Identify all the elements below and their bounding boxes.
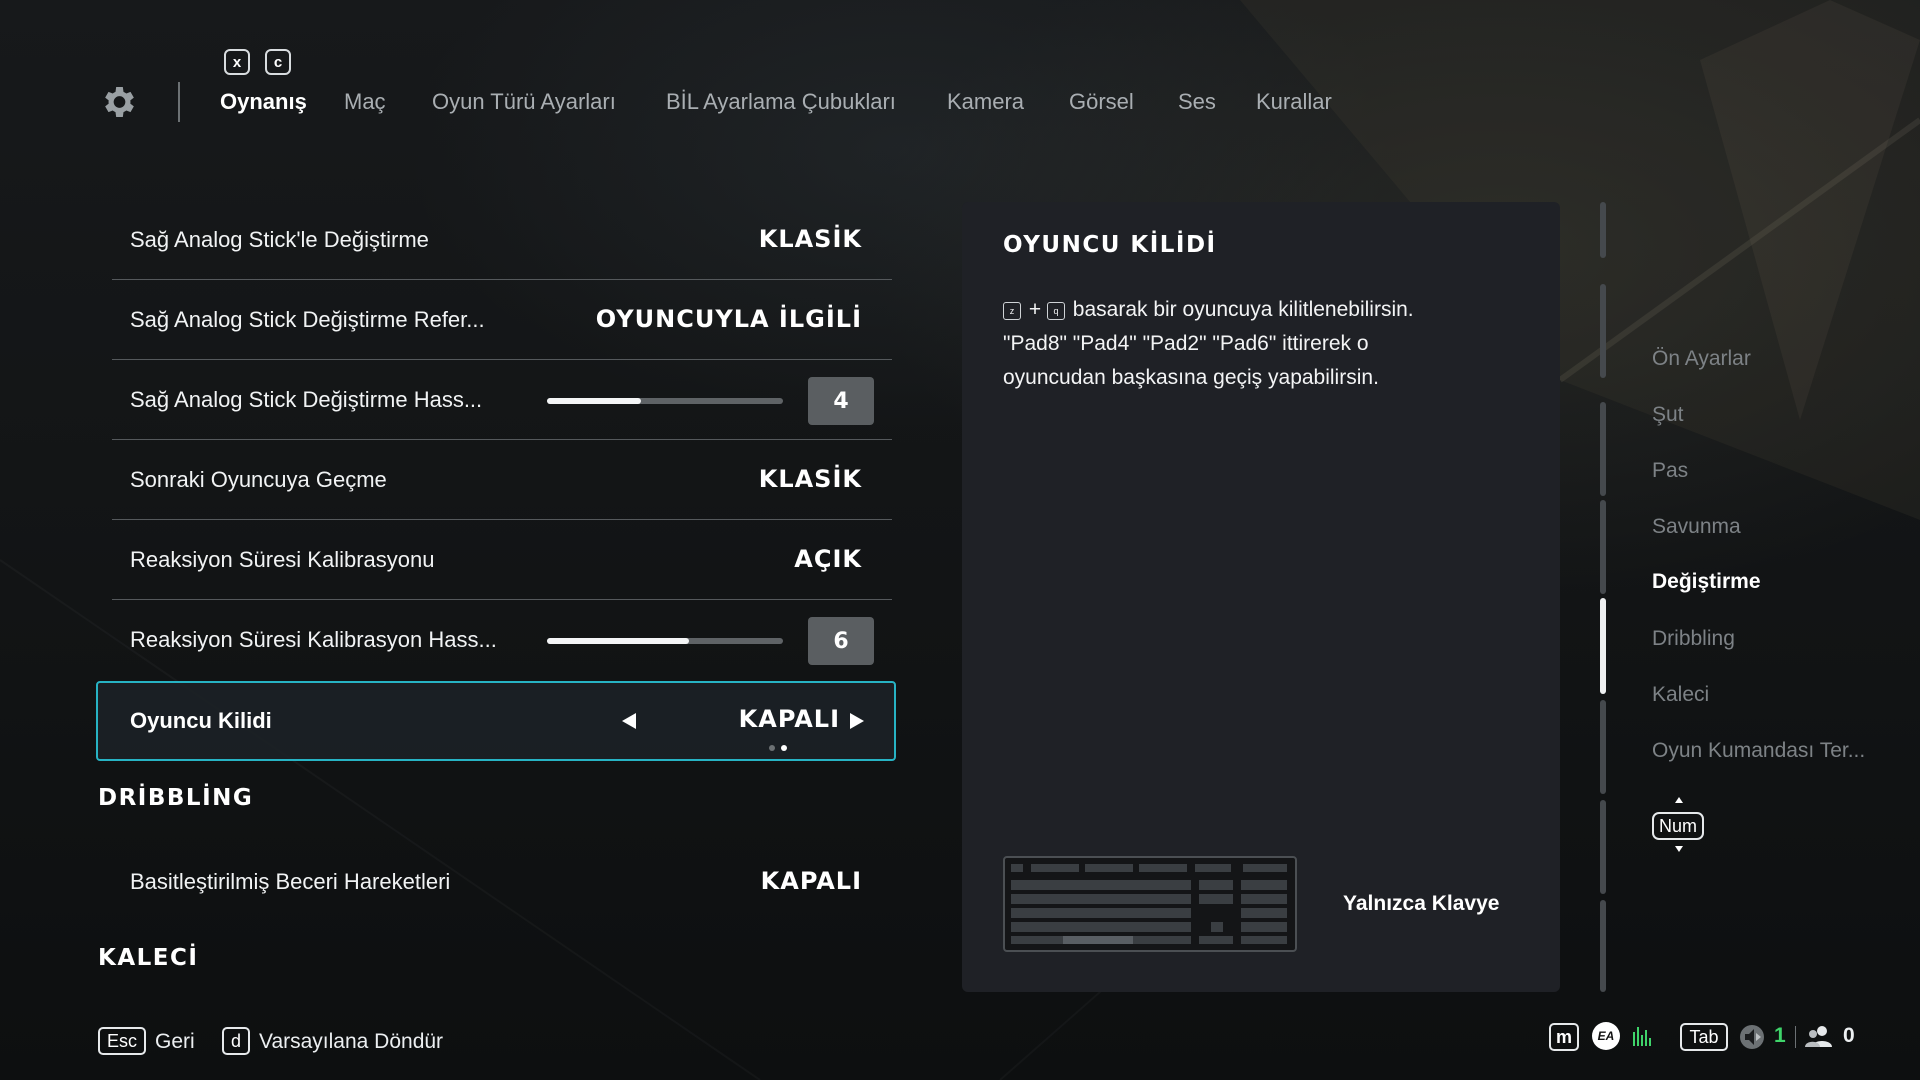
key-q: q — [1046, 302, 1065, 320]
info-panel: OYUNCU KİLİDİ z + q basarak bir oyuncuya… — [962, 202, 1560, 992]
setting-label: Sağ Analog Stick Değiştirme Refer... — [130, 307, 485, 332]
tab-bil-ayarlama[interactable]: BİL Ayarlama Çubukları — [666, 89, 896, 115]
selected-setting-row[interactable]: Oyuncu Kilidi KAPALI — [96, 681, 896, 761]
rnav-kaleci[interactable]: Kaleci — [1652, 683, 1709, 707]
next-tab-key[interactable]: c — [265, 49, 291, 75]
prev-tab-key[interactable]: x — [224, 49, 250, 75]
tab-ses[interactable]: Ses — [1178, 89, 1216, 115]
rnav-savunma[interactable]: Savunma — [1652, 515, 1741, 539]
plus-sign: + — [1028, 298, 1042, 321]
back-label[interactable]: Geri — [155, 1030, 195, 1054]
option-dot — [781, 745, 787, 751]
info-description: z + q basarak bir oyuncuya kilitlenebili… — [1003, 293, 1523, 395]
setting-label: Basitleştirilmiş Beceri Hareketleri — [130, 869, 451, 894]
setting-value: AÇIK — [794, 545, 862, 573]
divider — [1795, 1026, 1796, 1048]
speaker-muted-icon — [1740, 1025, 1764, 1049]
setting-label: Reaksiyon Süresi Kalibrasyon Hass... — [130, 627, 497, 652]
setting-row[interactable]: Sağ Analog Stick'le Değiştirme KLASİK — [112, 200, 892, 280]
scroll-down-icon — [1675, 846, 1683, 852]
ea-logo-text: EA — [1597, 1029, 1615, 1043]
tab-kurallar[interactable]: Kurallar — [1256, 89, 1332, 115]
tab-oynanis[interactable]: Oynanış — [220, 89, 307, 115]
menu-key[interactable]: m — [1549, 1023, 1579, 1051]
party-icon — [1805, 1026, 1832, 1047]
setting-row[interactable]: Sağ Analog Stick Değiştirme Refer... OYU… — [112, 280, 892, 360]
scroll-thumb[interactable] — [1600, 598, 1606, 694]
tab-kamera[interactable]: Kamera — [947, 89, 1024, 115]
info-title: OYUNCU KİLİDİ — [1003, 232, 1217, 258]
rnav-on-ayarlar[interactable]: Ön Ayarlar — [1652, 347, 1751, 371]
reset-label[interactable]: Varsayılana Döndür — [259, 1030, 443, 1054]
setting-value: KLASİK — [758, 225, 862, 253]
section-title: DRİBBLİNG — [98, 785, 254, 811]
setting-label: Sağ Analog Stick Değiştirme Hass... — [130, 387, 483, 412]
slider-value: 4 — [808, 377, 874, 425]
ea-logo: EA — [1592, 1022, 1620, 1050]
arrow-left-icon[interactable] — [622, 713, 636, 729]
num-key[interactable]: Num — [1652, 812, 1704, 840]
info-line2: "Pad8" "Pad4" "Pad2" "Pad6" ittirerek o — [1003, 332, 1369, 355]
sensitivity-slider[interactable] — [547, 638, 783, 644]
voice-count: 1 — [1774, 1024, 1786, 1047]
option-dot — [769, 745, 775, 751]
slider-fill — [547, 398, 642, 404]
tab-mac[interactable]: Maç — [344, 89, 386, 115]
info-line1: basarak bir oyuncuya kilitlenebilirsin. — [1072, 298, 1414, 321]
setting-label: Reaksiyon Süresi Kalibrasyonu — [130, 547, 435, 572]
info-line3: oyuncudan başkasına geçiş yapabilirsin. — [1003, 366, 1379, 389]
arrow-right-icon[interactable] — [850, 713, 864, 729]
rnav-sut[interactable]: Şut — [1652, 403, 1684, 427]
party-count: 0 — [1843, 1024, 1855, 1047]
slider-fill — [547, 638, 689, 644]
key-z: z — [1003, 302, 1021, 320]
rnav-oyun-kumandasi[interactable]: Oyun Kumandası Ter... — [1652, 739, 1865, 763]
d-key[interactable]: d — [222, 1027, 250, 1055]
scroll-up-icon — [1675, 797, 1683, 803]
setting-value: KLASİK — [758, 465, 862, 493]
setting-value: OYUNCUYLA İLGİLİ — [595, 305, 862, 333]
section-title: KALECİ — [98, 945, 199, 971]
device-label: Yalnızca Klavye — [1343, 892, 1500, 915]
setting-label: Sonraki Oyuncuya Geçme — [130, 467, 387, 492]
setting-row[interactable]: Sağ Analog Stick Değiştirme Hass... 4 — [112, 360, 892, 440]
slider-value: 6 — [808, 617, 874, 665]
setting-label: Oyuncu Kilidi — [130, 708, 272, 733]
esc-key[interactable]: Esc — [98, 1027, 146, 1055]
tab-oyun-turu-ayarlari[interactable]: Oyun Türü Ayarları — [432, 89, 616, 115]
tab-gorsel[interactable]: Görsel — [1069, 89, 1134, 115]
scrollbar[interactable] — [1600, 202, 1606, 992]
setting-row[interactable]: Basitleştirilmiş Beceri Hareketleri KAPA… — [112, 842, 892, 922]
option-indicator — [769, 736, 793, 755]
setting-row[interactable]: Sonraki Oyuncuya Geçme KLASİK — [112, 440, 892, 520]
rnav-degistirme[interactable]: Değiştirme — [1652, 570, 1761, 594]
keyboard-icon — [1003, 856, 1297, 952]
setting-value: KAPALI — [760, 867, 862, 895]
setting-label: Sağ Analog Stick'le Değiştirme — [130, 227, 429, 252]
setting-row[interactable]: Reaksiyon Süresi Kalibrasyon Hass... 6 — [112, 600, 892, 680]
signal-icon — [1633, 1027, 1651, 1046]
rnav-pas[interactable]: Pas — [1652, 459, 1688, 483]
nav-divider — [178, 82, 180, 122]
rnav-dribbling[interactable]: Dribbling — [1652, 627, 1735, 651]
tab-key[interactable]: Tab — [1680, 1023, 1728, 1051]
setting-row[interactable]: Reaksiyon Süresi Kalibrasyonu AÇIK — [112, 520, 892, 600]
gear-icon[interactable] — [98, 82, 138, 122]
sensitivity-slider[interactable] — [547, 398, 783, 404]
